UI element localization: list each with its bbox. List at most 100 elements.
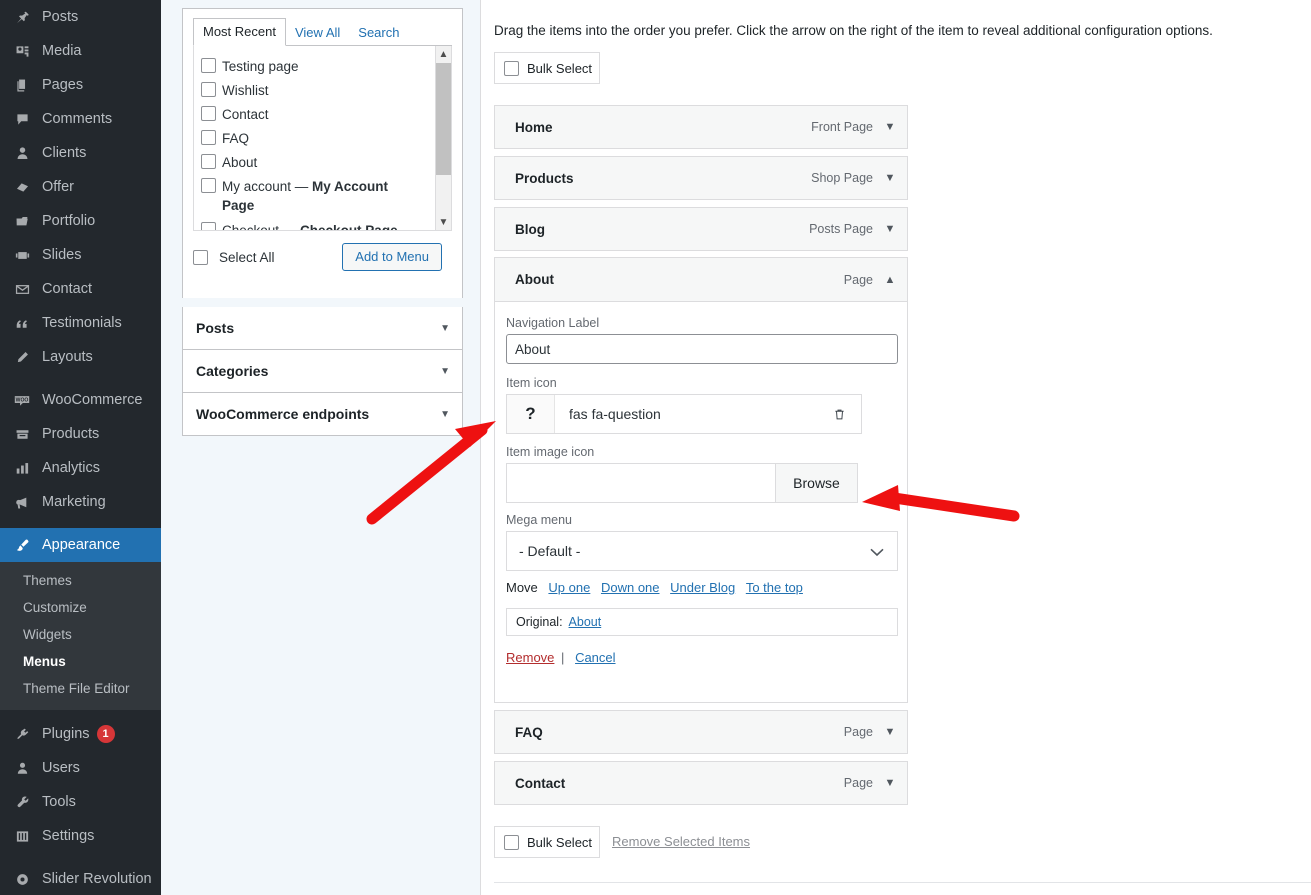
- sidebar-item-analytics[interactable]: Analytics: [0, 451, 161, 485]
- list-item[interactable]: My account — My Account: [194, 174, 451, 198]
- sidebar-item-pages[interactable]: Pages: [0, 68, 161, 102]
- browse-button[interactable]: Browse: [775, 464, 857, 502]
- item-icon-field[interactable]: ? fas fa-question: [506, 394, 862, 434]
- bulk-select-label: Bulk Select: [527, 60, 593, 76]
- sidebar-item-testimonials[interactable]: Testimonials: [0, 306, 161, 340]
- chevron-down-icon[interactable]: ▼: [440, 323, 450, 334]
- sidebar-item-media[interactable]: Media: [0, 34, 161, 68]
- remove-selected-items-link[interactable]: Remove Selected Items: [612, 834, 750, 849]
- menu-item-contact[interactable]: Contact Page ▼: [494, 761, 908, 805]
- sidebar-subitem-menus[interactable]: Menus: [0, 648, 161, 675]
- menu-item-type: Shop Page: [811, 171, 873, 185]
- sidebar-item-settings[interactable]: Settings: [0, 819, 161, 853]
- chevron-down-icon[interactable]: ▼: [873, 726, 907, 738]
- sidebar-item-contact[interactable]: Contact: [0, 272, 161, 306]
- sidebar-subitem-widgets[interactable]: Widgets: [0, 621, 161, 648]
- checkbox[interactable]: [504, 834, 519, 850]
- sidebar-item-plugins[interactable]: Plugins 1: [0, 717, 161, 751]
- tab-most-recent[interactable]: Most Recent: [193, 18, 286, 46]
- menu-item-home[interactable]: Home Front Page ▼: [494, 105, 908, 149]
- sidebar-item-clients[interactable]: Clients: [0, 136, 161, 170]
- cancel-link[interactable]: Cancel: [575, 650, 615, 665]
- chevron-down-icon[interactable]: ▼: [440, 409, 450, 420]
- sidebar-subitem-theme-file-editor[interactable]: Theme File Editor: [0, 675, 161, 702]
- accordion-posts[interactable]: Posts ▼: [182, 307, 463, 350]
- sidebar-item-appearance[interactable]: Appearance: [0, 528, 161, 562]
- sidebar-item-marketing[interactable]: Marketing: [0, 485, 161, 519]
- sidebar-item-users[interactable]: Users: [0, 751, 161, 785]
- user-icon: [11, 143, 33, 163]
- pages-list-scrollbar[interactable]: ▲ ▼: [435, 46, 451, 230]
- chevron-down-icon[interactable]: ▼: [873, 121, 907, 133]
- menu-item-name: Products: [515, 170, 574, 186]
- chevron-down-icon[interactable]: ▼: [440, 366, 450, 377]
- sidebar-item-label: Products: [42, 426, 100, 442]
- sidebar-item-portfolio[interactable]: Portfolio: [0, 204, 161, 238]
- mega-menu-select[interactable]: - Default -: [506, 531, 898, 571]
- sidebar-item-comments[interactable]: Comments: [0, 102, 161, 136]
- menu-item-about-header[interactable]: About Page ▲: [495, 258, 907, 302]
- chevron-down-icon[interactable]: ▼: [873, 223, 907, 235]
- sidebar-subitem-customize[interactable]: Customize: [0, 594, 161, 621]
- move-to-the-top-link[interactable]: To the top: [746, 580, 803, 595]
- bulk-select-top[interactable]: Bulk Select: [494, 52, 600, 84]
- menu-item-faq[interactable]: FAQ Page ▼: [494, 710, 908, 754]
- original-row: Original: About: [506, 608, 898, 636]
- sidebar-item-woocommerce[interactable]: WOO WooCommerce: [0, 383, 161, 417]
- list-item[interactable]: Checkout — Checkout Page: [194, 218, 451, 230]
- scrollbar-thumb[interactable]: [436, 63, 451, 175]
- sidebar-item-tools[interactable]: Tools: [0, 785, 161, 819]
- sidebar-item-products[interactable]: Products: [0, 417, 161, 451]
- chevron-up-icon[interactable]: ▲: [873, 274, 907, 286]
- item-icon-value[interactable]: fas fa-question: [555, 395, 817, 433]
- list-item[interactable]: FAQ: [194, 126, 451, 150]
- list-item[interactable]: Wishlist: [194, 78, 451, 102]
- scroll-up-icon[interactable]: ▲: [436, 46, 451, 62]
- scroll-down-icon[interactable]: ▼: [436, 214, 451, 230]
- checkbox[interactable]: [201, 154, 216, 169]
- menu-item-blog[interactable]: Blog Posts Page ▼: [494, 207, 908, 251]
- checkbox[interactable]: [193, 249, 208, 265]
- question-mark-icon[interactable]: ?: [507, 395, 555, 433]
- checkbox[interactable]: [201, 82, 216, 97]
- bulk-select-bottom[interactable]: Bulk Select: [494, 826, 600, 858]
- chevron-down-icon[interactable]: ▼: [873, 777, 907, 789]
- item-image-icon-input[interactable]: [507, 464, 775, 502]
- original-label: Original:: [516, 615, 563, 629]
- checkbox[interactable]: [201, 130, 216, 145]
- pages-checklist[interactable]: Testing page Wishlist Contact FAQ About …: [193, 46, 452, 231]
- tab-view-all[interactable]: View All: [286, 20, 349, 46]
- sidebar-item-offer[interactable]: Offer: [0, 170, 161, 204]
- trash-icon[interactable]: [817, 395, 861, 433]
- navigation-label-input[interactable]: [506, 334, 898, 364]
- item-image-icon-label: Item image icon: [506, 445, 595, 459]
- select-all-checkbox[interactable]: Select All: [193, 249, 275, 266]
- accordion-categories[interactable]: Categories ▼: [182, 350, 463, 393]
- remove-link[interactable]: Remove: [506, 650, 554, 665]
- checkbox[interactable]: [201, 222, 216, 230]
- tab-search[interactable]: Search: [349, 20, 408, 46]
- checkbox[interactable]: [201, 178, 216, 193]
- sidebar-item-posts[interactable]: Posts: [0, 0, 161, 34]
- list-item[interactable]: Testing page: [194, 54, 451, 78]
- sidebar-item-slider-revolution[interactable]: Slider Revolution: [0, 862, 161, 895]
- appearance-submenu: Themes Customize Widgets Menus Theme Fil…: [0, 562, 161, 710]
- list-item[interactable]: About: [194, 150, 451, 174]
- list-item-wrap-label: Page: [222, 198, 255, 213]
- menu-item-products[interactable]: Products Shop Page ▼: [494, 156, 908, 200]
- move-down-one-link[interactable]: Down one: [601, 580, 660, 595]
- accordion-woocommerce-endpoints[interactable]: WooCommerce endpoints ▼: [182, 393, 463, 436]
- list-item[interactable]: Contact: [194, 102, 451, 126]
- original-link[interactable]: About: [569, 615, 602, 629]
- move-under-blog-link[interactable]: Under Blog: [670, 580, 735, 595]
- checkbox[interactable]: [201, 106, 216, 121]
- move-up-one-link[interactable]: Up one: [548, 580, 590, 595]
- add-to-menu-button[interactable]: Add to Menu: [342, 243, 442, 271]
- sidebar-item-slides[interactable]: Slides: [0, 238, 161, 272]
- chevron-down-icon[interactable]: ▼: [873, 172, 907, 184]
- checkbox[interactable]: [504, 60, 519, 76]
- plug-icon: [11, 724, 33, 744]
- sidebar-item-layouts[interactable]: Layouts: [0, 340, 161, 374]
- sidebar-subitem-themes[interactable]: Themes: [0, 567, 161, 594]
- checkbox[interactable]: [201, 58, 216, 73]
